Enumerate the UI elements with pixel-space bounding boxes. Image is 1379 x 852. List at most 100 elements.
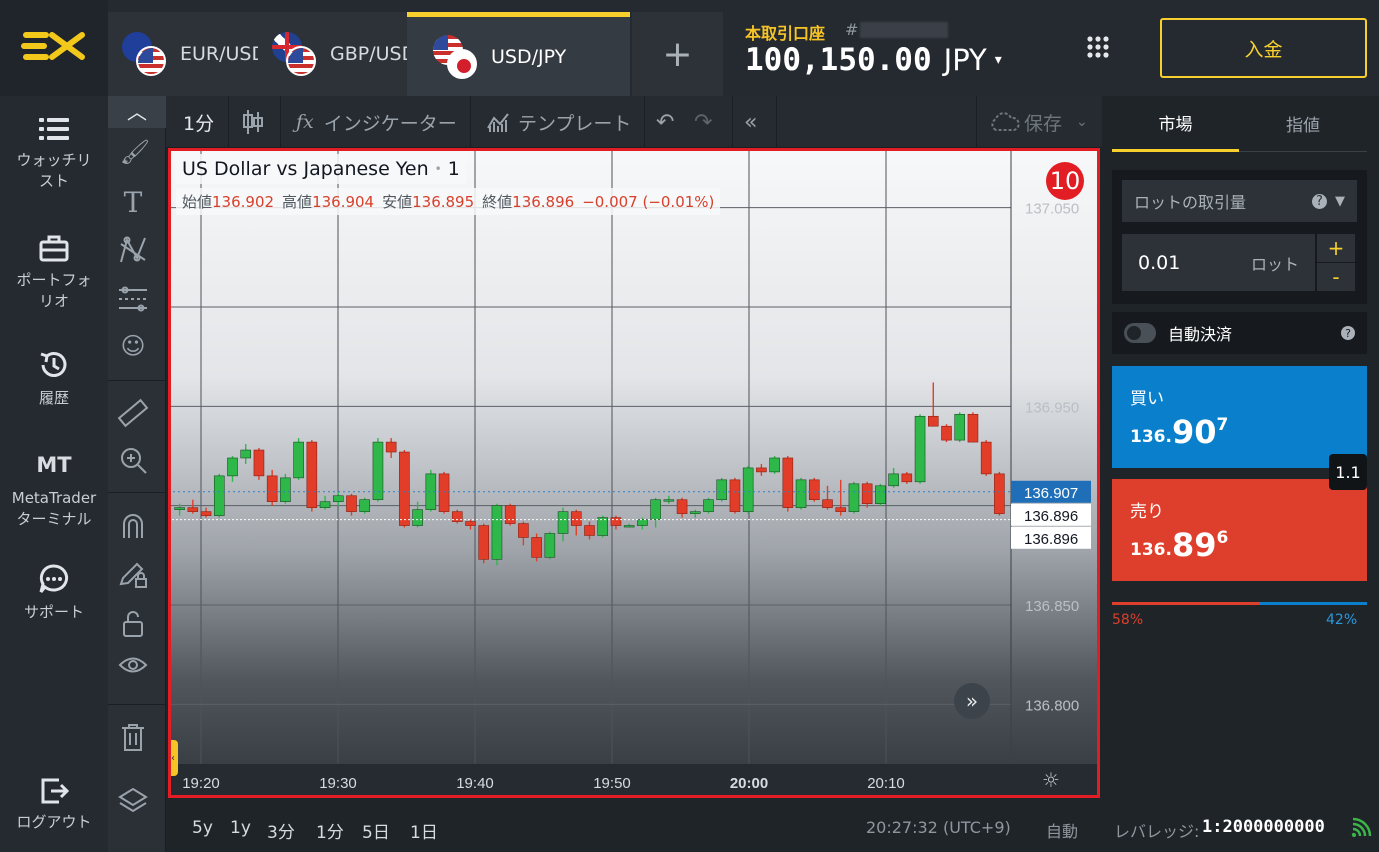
pattern-tool-icon[interactable] xyxy=(108,234,158,272)
nav-history[interactable]: 履歴 xyxy=(0,348,108,409)
range-5y[interactable]: 5y xyxy=(192,818,213,838)
tab-market[interactable]: 市場 xyxy=(1112,96,1239,152)
candle-type-icon[interactable] xyxy=(242,96,264,148)
connection-signal-icon xyxy=(1350,816,1372,838)
decrease-lot-button[interactable]: - xyxy=(1317,263,1355,291)
scroll-to-realtime-button[interactable]: » xyxy=(954,683,990,719)
layers-icon[interactable] xyxy=(108,786,158,822)
deposit-button[interactable]: 入金 xyxy=(1160,18,1367,78)
save-button[interactable]: 保存 ⌄ xyxy=(988,96,1088,148)
lock-drawing-icon[interactable] xyxy=(108,558,158,596)
range-1m[interactable]: 1分 xyxy=(316,818,344,843)
zoom-shape xyxy=(121,448,147,474)
help-icon[interactable]: ? xyxy=(1312,193,1327,209)
tab-label: USD/JPY xyxy=(491,45,567,68)
eye-icon[interactable] xyxy=(108,652,158,688)
nav-metatrader[interactable]: MT MetaTraderターミナル xyxy=(0,448,108,530)
candle-body xyxy=(703,499,714,512)
fib-shape xyxy=(119,286,147,312)
candle-body xyxy=(597,517,609,536)
tab-limit[interactable]: 指値 xyxy=(1239,96,1367,152)
magnet-icon[interactable] xyxy=(108,510,158,548)
candle-body xyxy=(372,441,384,501)
range-3m[interactable]: 3分 xyxy=(267,818,295,843)
balance-dropdown[interactable]: 100,150.00 JPY ▾ xyxy=(745,42,1002,78)
candle-body xyxy=(769,457,780,473)
range-1y[interactable]: 1y xyxy=(230,818,251,838)
unlock-icon[interactable] xyxy=(108,608,158,644)
increase-lot-button[interactable]: + xyxy=(1317,234,1355,262)
divider xyxy=(108,704,166,705)
lot-input[interactable]: 0.01 ロット xyxy=(1122,234,1315,291)
candle-body xyxy=(716,479,728,501)
price-axis-label: 136.850 xyxy=(1025,598,1079,615)
logo-icon xyxy=(21,32,85,60)
collapse-up-icon[interactable]: ︿ xyxy=(108,96,166,128)
candle-body xyxy=(980,441,992,475)
auto-close-toggle[interactable] xyxy=(1124,323,1156,343)
candle-body xyxy=(253,449,265,477)
logout-icon xyxy=(41,778,70,804)
candle-body xyxy=(399,451,410,526)
candle-body xyxy=(306,441,318,508)
divider xyxy=(108,380,166,381)
indicators-button[interactable]: ƒx インジケーター xyxy=(296,96,457,148)
templates-button[interactable]: テンプレート xyxy=(486,96,631,148)
cloud-icon xyxy=(991,112,1020,131)
auto-close-label: 自動決済 xyxy=(1168,325,1233,344)
nav-support[interactable]: サポート xyxy=(0,562,108,623)
tab-usdjpy[interactable]: USD/JPY xyxy=(407,12,630,96)
sell-price-main: 136. xyxy=(1130,540,1172,560)
brush-icon[interactable]: 🖌 xyxy=(108,138,162,166)
leverage-value: 1:2000000000 xyxy=(1202,817,1325,837)
time-axis-label: 19:30 xyxy=(319,775,357,792)
change-value: −0.007 (−0.01%) xyxy=(582,193,715,211)
candle-body xyxy=(213,475,225,516)
trash-icon[interactable] xyxy=(108,722,158,760)
rewind-icon[interactable]: « xyxy=(744,96,757,148)
buy-price-main: 136. xyxy=(1130,427,1172,447)
account-hash: # xyxy=(845,20,859,39)
chevron-down-icon: ▾ xyxy=(994,52,1002,68)
range-1d[interactable]: 1日 xyxy=(410,818,438,843)
sell-button[interactable]: 売り 136. 89 6 xyxy=(1112,479,1367,581)
candle-body xyxy=(967,413,979,443)
leverage-label: レバレッジ: xyxy=(1114,822,1200,841)
candle-body xyxy=(584,525,595,536)
price-chart[interactable]: 137.050 136.950 136.850 136.800 136.907 136.8… xyxy=(168,148,1100,798)
help-icon[interactable]: ? xyxy=(1341,326,1355,340)
auto-scale-toggle[interactable]: 自動 xyxy=(1046,818,1078,842)
nav-watchlist[interactable]: ウォッチリスト xyxy=(0,114,108,192)
buy-price-small: 7 xyxy=(1216,415,1229,435)
add-tab-button[interactable]: + xyxy=(632,12,723,96)
candle-body xyxy=(663,499,675,502)
emoji-icon[interactable]: ☺ xyxy=(108,332,158,360)
range-5d[interactable]: 5日 xyxy=(362,818,390,843)
nav-portfolio[interactable]: ポートフォリオ xyxy=(0,232,108,312)
exness-logo[interactable] xyxy=(0,0,108,96)
nav-label: 履歴 xyxy=(38,389,69,407)
buy-button[interactable]: 買い 136. 90 7 xyxy=(1112,366,1367,468)
interval-selector[interactable]: 1分 xyxy=(183,96,214,148)
save-label: 保存 xyxy=(1024,112,1063,135)
candle-body xyxy=(187,507,199,512)
redo-icon[interactable]: ↷ xyxy=(694,96,712,148)
tab-eurusd[interactable]: EUR/USD xyxy=(108,12,258,96)
apps-grid-icon[interactable] xyxy=(1087,36,1109,58)
zoom-in-icon[interactable] xyxy=(108,444,158,482)
collapse-left-handle[interactable]: ‹ xyxy=(168,740,178,776)
candle-body xyxy=(478,525,490,560)
logout-button[interactable]: ログアウト xyxy=(0,776,108,833)
text-tool-icon[interactable]: T xyxy=(108,186,158,219)
candle-body xyxy=(756,467,767,473)
sell-percent: 58% xyxy=(1112,612,1144,628)
undo-icon[interactable]: ↶ xyxy=(656,96,674,148)
chart-settings-icon[interactable]: ☼ xyxy=(1042,768,1060,792)
lot-type-dropdown[interactable]: ロットの取引量 ? ▼ xyxy=(1122,180,1357,222)
ruler-icon[interactable] xyxy=(108,396,158,436)
fib-tool-icon[interactable] xyxy=(108,284,158,320)
lot-type-label: ロットの取引量 xyxy=(1134,193,1247,212)
candle-body xyxy=(332,495,344,503)
candle-body xyxy=(782,457,794,508)
tab-gbpusd[interactable]: GBP/USD xyxy=(258,12,407,96)
